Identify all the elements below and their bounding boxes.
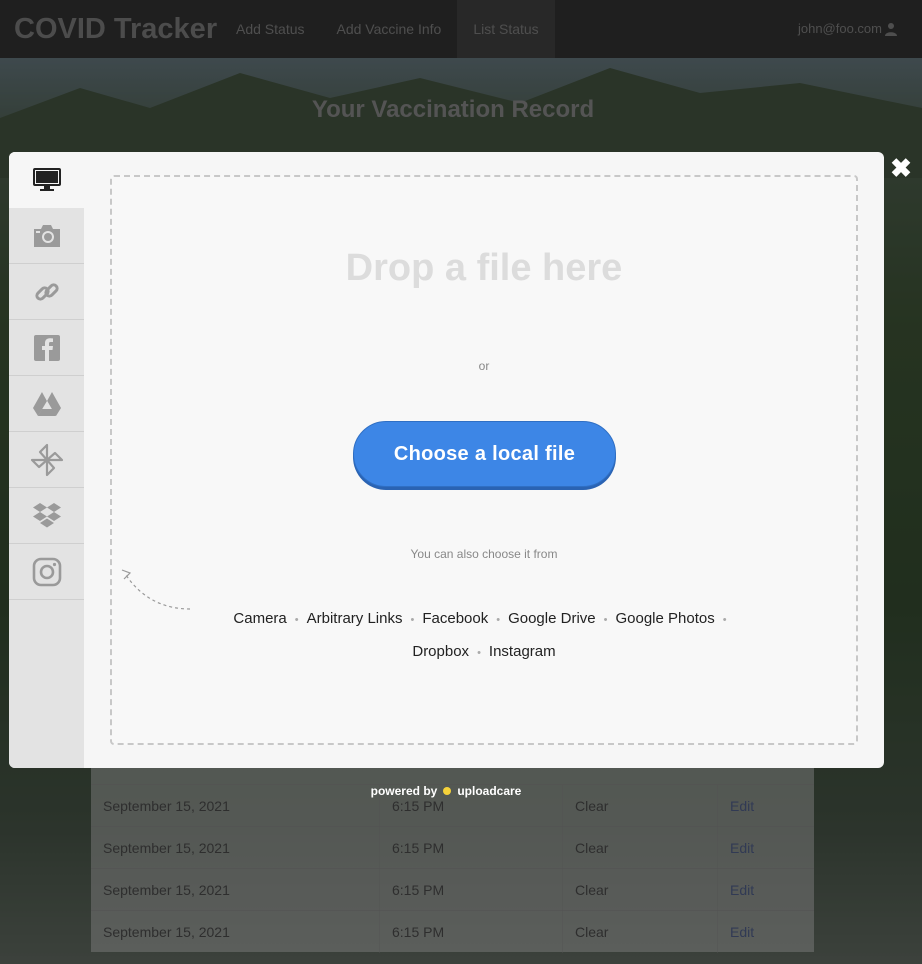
separator-dot: •: [294, 614, 299, 626]
drop-title: Drop a file here: [345, 247, 623, 289]
tab-camera[interactable]: [9, 208, 84, 264]
powered-by-footer[interactable]: powered by uploadcare: [0, 784, 892, 798]
upload-dialog: Drop a file here or Choose a local file …: [9, 152, 884, 768]
source-links: Camera • Arbitrary Links • Facebook • Google D…: [212, 603, 756, 669]
separator-dot: •: [410, 614, 415, 626]
tab-facebook[interactable]: [9, 320, 84, 376]
close-dialog-button[interactable]: ✖: [889, 155, 913, 181]
instagram-icon: [32, 557, 61, 586]
uploadcare-logo-icon: [443, 787, 452, 795]
source-tabs: [9, 152, 84, 768]
source-google-photos[interactable]: Google Photos: [615, 603, 714, 635]
separator-dot: •: [477, 647, 481, 659]
alternate-sources-label: You can also choose it from: [410, 547, 558, 561]
facebook-icon: [33, 334, 60, 361]
google-photos-icon: [30, 443, 63, 476]
camera-icon: [33, 224, 60, 247]
source-camera[interactable]: Camera: [233, 603, 286, 635]
source-facebook[interactable]: Facebook: [422, 603, 488, 635]
separator-dot: •: [722, 614, 727, 626]
curved-arrow-icon: [121, 569, 191, 610]
or-separator: or: [478, 359, 490, 373]
tab-local-file[interactable]: [9, 152, 84, 208]
tab-google-drive[interactable]: [9, 376, 84, 432]
tab-dropbox[interactable]: [9, 488, 84, 544]
drop-zone[interactable]: Drop a file here or Choose a local file …: [110, 175, 858, 745]
source-google-drive[interactable]: Google Drive: [508, 603, 596, 635]
source-arbitrary-links[interactable]: Arbitrary Links: [307, 603, 403, 635]
separator-dot: •: [603, 614, 608, 626]
tab-instagram[interactable]: [9, 544, 84, 600]
source-instagram[interactable]: Instagram: [489, 636, 556, 668]
computer-icon: [32, 168, 61, 191]
source-dropbox[interactable]: Dropbox: [412, 636, 469, 668]
choose-local-file-button[interactable]: Choose a local file: [353, 421, 616, 487]
uploadcare-brand: uploadcare: [457, 784, 522, 798]
link-icon: [34, 282, 59, 301]
tab-links[interactable]: [9, 264, 84, 320]
dropbox-icon: [32, 502, 61, 527]
google-drive-icon: [32, 391, 61, 416]
powered-by-label: powered by: [370, 784, 438, 798]
tab-google-photos[interactable]: [9, 432, 84, 488]
separator-dot: •: [496, 614, 501, 626]
